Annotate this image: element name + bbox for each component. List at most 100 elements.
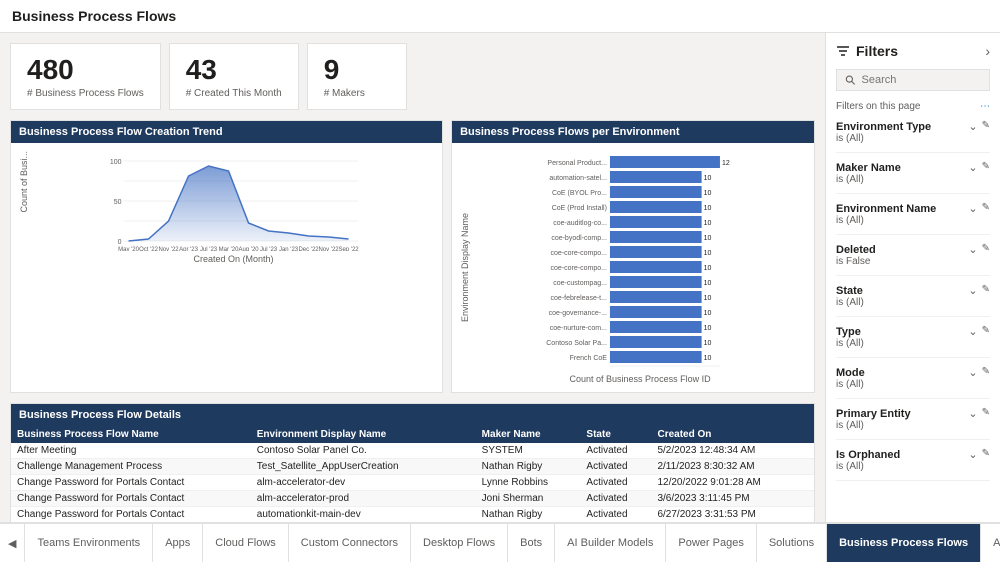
filter-item-name: Is Orphaned	[836, 449, 900, 461]
tab-item-business-process-flows[interactable]: Business Process Flows	[827, 524, 981, 562]
svg-text:10: 10	[704, 265, 712, 272]
table-cell: Activated	[580, 459, 651, 475]
table-col-header: Created On	[651, 426, 814, 443]
svg-text:coe-auditlog-co...: coe-auditlog-co...	[553, 220, 607, 227]
chevron-down-icon[interactable]: ⌄	[968, 243, 977, 256]
filter-item-value: is (All)	[836, 420, 990, 431]
table-scroll[interactable]: Business Process Flow NameEnvironment Di…	[11, 426, 814, 522]
table-row[interactable]: Change Password for Portals Contactautom…	[11, 507, 814, 523]
svg-text:Jul '23: Jul '23	[200, 247, 218, 251]
tab-item-ap[interactable]: Ap	[981, 524, 1000, 562]
edit-icon[interactable]: ✎	[982, 161, 990, 174]
edit-icon[interactable]: ✎	[982, 366, 990, 379]
trend-svg: 100 50 0	[33, 151, 434, 251]
table-col-header: Business Process Flow Name	[11, 426, 251, 443]
svg-text:Nov '22: Nov '22	[318, 247, 339, 251]
filter-item-value: is (All)	[836, 174, 990, 185]
table-cell: Nathan Rigby	[476, 507, 581, 523]
tab-item-cloud-flows[interactable]: Cloud Flows	[203, 524, 289, 562]
filter-item[interactable]: Type ⌄ ✎ is (All)	[836, 325, 990, 358]
filter-item[interactable]: State ⌄ ✎ is (All)	[836, 284, 990, 317]
table-row[interactable]: Change Password for Portals Contactalm-a…	[11, 475, 814, 491]
filter-item[interactable]: Is Orphaned ⌄ ✎ is (All)	[836, 448, 990, 481]
trend-chart-title: Business Process Flow Creation Trend	[11, 121, 442, 143]
chevron-down-icon[interactable]: ⌄	[968, 120, 977, 133]
chevron-down-icon[interactable]: ⌄	[968, 202, 977, 215]
svg-text:CoE (Prod Install): CoE (Prod Install)	[552, 205, 607, 212]
stat-value-2: 9	[324, 54, 390, 86]
filter-item[interactable]: Deleted ⌄ ✎ is False	[836, 243, 990, 276]
edit-icon[interactable]: ✎	[982, 243, 990, 256]
filter-item-name: State	[836, 285, 863, 297]
content-area: 480 # Business Process Flows 43 # Create…	[0, 33, 825, 522]
svg-text:10: 10	[704, 175, 712, 182]
table-cell: Test_Satellite_AppUserCreation	[251, 459, 476, 475]
svg-text:automation-satel...: automation-satel...	[549, 175, 607, 182]
chevron-down-icon[interactable]: ⌄	[968, 284, 977, 297]
table-cell: 3/6/2023 3:11:45 PM	[651, 491, 814, 507]
tab-item-custom-connectors[interactable]: Custom Connectors	[289, 524, 411, 562]
svg-text:50: 50	[114, 199, 122, 206]
table-body: After MeetingContoso Solar Panel Co.SYST…	[11, 443, 814, 522]
app-container: Business Process Flows 480 # Business Pr…	[0, 0, 1000, 562]
table-cell: SYSTEM	[476, 443, 581, 459]
edit-icon[interactable]: ✎	[982, 407, 990, 420]
svg-text:coe-core-compo...: coe-core-compo...	[551, 250, 607, 257]
env-chart-box: Business Process Flows per Environment E…	[451, 120, 815, 393]
edit-icon[interactable]: ✎	[982, 202, 990, 215]
edit-icon[interactable]: ✎	[982, 448, 990, 461]
svg-text:Oct '22: Oct '22	[139, 247, 158, 251]
svg-text:Contoso Solar Pa...: Contoso Solar Pa...	[546, 340, 607, 347]
filter-more-icon[interactable]: ⋯	[980, 101, 990, 112]
edit-icon[interactable]: ✎	[982, 284, 990, 297]
stat-label-2: # Makers	[324, 88, 390, 99]
filter-item[interactable]: Primary Entity ⌄ ✎ is (All)	[836, 407, 990, 440]
svg-text:Jan '23: Jan '23	[279, 247, 299, 251]
tab-item-desktop-flows[interactable]: Desktop Flows	[411, 524, 508, 562]
svg-text:10: 10	[704, 250, 712, 257]
tab-item-power-pages[interactable]: Power Pages	[666, 524, 756, 562]
svg-text:coe-nurture-com...: coe-nurture-com...	[550, 325, 607, 332]
filter-item-value: is (All)	[836, 338, 990, 349]
chevron-down-icon[interactable]: ⌄	[968, 161, 977, 174]
tab-nav-left[interactable]: ◀	[0, 524, 25, 562]
svg-text:10: 10	[704, 220, 712, 227]
stat-value-1: 43	[186, 54, 282, 86]
data-table: Business Process Flow NameEnvironment Di…	[11, 426, 814, 522]
hbar-wrap: Environment Display Name Personal Produc…	[460, 151, 806, 384]
tab-item-apps[interactable]: Apps	[153, 524, 203, 562]
chevron-down-icon[interactable]: ⌄	[968, 325, 977, 338]
filter-item[interactable]: Maker Name ⌄ ✎ is (All)	[836, 161, 990, 194]
filter-item-icons: ⌄ ✎	[968, 407, 990, 420]
filter-item[interactable]: Environment Name ⌄ ✎ is (All)	[836, 202, 990, 235]
table-row[interactable]: Change Password for Portals Contactalm-a…	[11, 491, 814, 507]
filter-item[interactable]: Mode ⌄ ✎ is (All)	[836, 366, 990, 399]
svg-text:Nov '22: Nov '22	[158, 247, 179, 251]
svg-text:10: 10	[704, 340, 712, 347]
chevron-down-icon[interactable]: ⌄	[968, 448, 977, 461]
filter-item-icons: ⌄ ✎	[968, 325, 990, 338]
search-input[interactable]	[862, 74, 981, 86]
chevron-down-icon[interactable]: ⌄	[968, 366, 977, 379]
table-header-row: Business Process Flow NameEnvironment Di…	[11, 426, 814, 443]
svg-text:coe-governance-...: coe-governance-...	[549, 310, 607, 317]
edit-icon[interactable]: ✎	[982, 120, 990, 133]
table-cell: Change Password for Portals Contact	[11, 491, 251, 507]
chevron-down-icon[interactable]: ⌄	[968, 407, 977, 420]
tab-item-bots[interactable]: Bots	[508, 524, 555, 562]
svg-text:coe-core-compo...: coe-core-compo...	[551, 265, 607, 272]
tab-item-teams-environments[interactable]: Teams Environments	[25, 524, 153, 562]
svg-text:10: 10	[704, 235, 712, 242]
svg-text:10: 10	[704, 310, 712, 317]
table-cell: 12/20/2022 9:01:28 AM	[651, 475, 814, 491]
filter-item[interactable]: Environment Type ⌄ ✎ is (All)	[836, 120, 990, 153]
table-row[interactable]: After MeetingContoso Solar Panel Co.SYST…	[11, 443, 814, 459]
table-row[interactable]: Challenge Management ProcessTest_Satelli…	[11, 459, 814, 475]
filter-item-icons: ⌄ ✎	[968, 366, 990, 379]
edit-icon[interactable]: ✎	[982, 325, 990, 338]
tab-item-ai-builder-models[interactable]: AI Builder Models	[555, 524, 666, 562]
table-cell: Change Password for Portals Contact	[11, 475, 251, 491]
filters-close-icon[interactable]: ›	[985, 43, 990, 59]
svg-text:May '20: May '20	[118, 247, 139, 251]
tab-item-solutions[interactable]: Solutions	[757, 524, 827, 562]
